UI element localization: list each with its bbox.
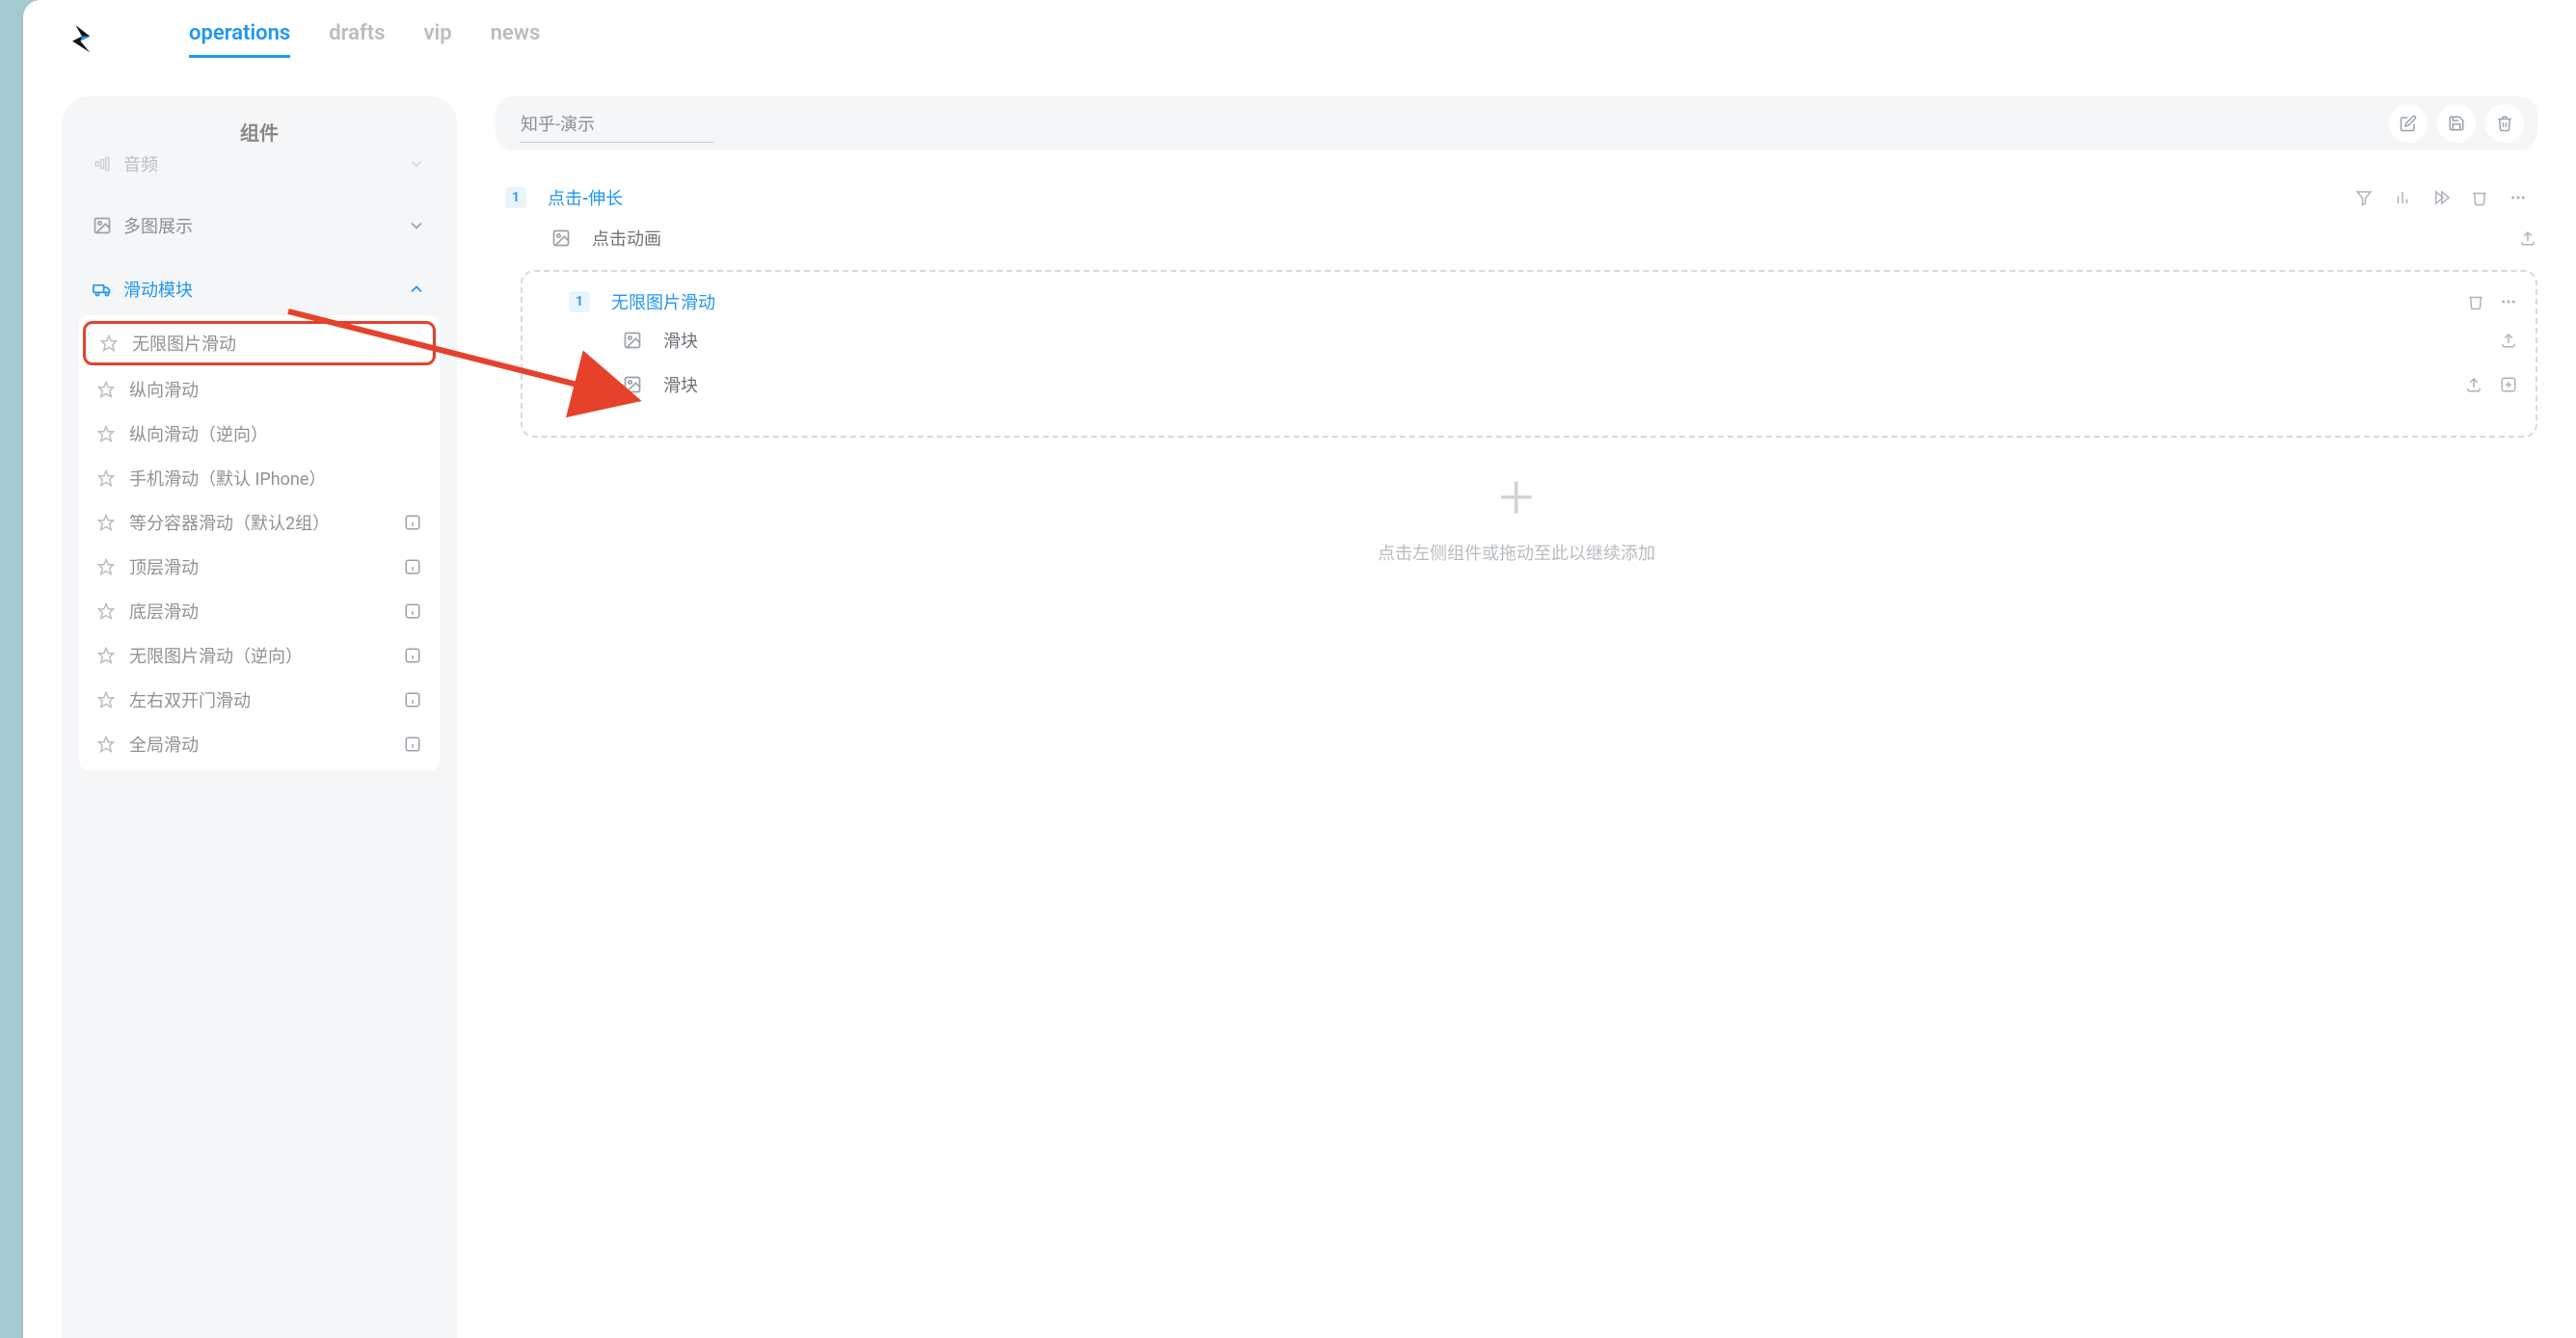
sidebar-item-global-slide[interactable]: 全局滑动 [79, 722, 440, 766]
bars-icon[interactable] [2393, 188, 2412, 207]
star-icon [96, 557, 116, 576]
block-title: 点击-伸长 [548, 185, 623, 210]
image-icon [551, 228, 571, 248]
star-icon [96, 513, 116, 532]
image-icon [623, 375, 642, 394]
sidebar-item-split-container-slide[interactable]: 等分容器滑动（默认2组） [79, 500, 440, 545]
document-title-input[interactable]: 知乎-演示 [521, 105, 713, 143]
save-button[interactable] [2437, 104, 2476, 143]
sidebar-item-double-door-slide[interactable]: 左右双开门滑动 [79, 678, 440, 722]
animation-row-label: 点击动画 [592, 226, 661, 251]
sidebar-item-phone-slide[interactable]: 手机滑动（默认 IPhone） [79, 456, 440, 500]
sidebar-item-label: 纵向滑动 [129, 377, 199, 402]
sidebar-item-top-layer-slide[interactable]: 顶层滑动 [79, 545, 440, 589]
header: operations drafts vip news [23, 0, 2576, 67]
star-icon [96, 468, 116, 488]
animation-row[interactable]: 点击动画 [496, 216, 2537, 260]
filter-icon[interactable] [2354, 188, 2374, 207]
info-icon[interactable] [403, 690, 422, 709]
slider-row[interactable]: 滑块 [540, 362, 2518, 407]
sidebar-item-label: 左右双开门滑动 [129, 687, 251, 712]
chevron-down-icon [407, 216, 426, 235]
info-icon[interactable] [403, 735, 422, 754]
tab-drafts[interactable]: drafts [329, 21, 385, 58]
sidebar-item-label: 顶层滑动 [129, 554, 199, 579]
tab-news[interactable]: news [491, 21, 541, 58]
slider-row[interactable]: 滑块 [540, 318, 2518, 362]
drop-hint-text: 点击左侧组件或拖动至此以继续添加 [496, 540, 2537, 565]
sidebar-cat-label: 滑动模块 [123, 277, 193, 302]
trash-icon[interactable] [2470, 188, 2489, 207]
star-icon [96, 690, 116, 709]
nested-dropzone[interactable]: 1 无限图片滑动 滑块 [521, 270, 2537, 438]
play-icon[interactable] [2431, 188, 2451, 207]
sidebar-item-label: 纵向滑动（逆向） [129, 421, 268, 446]
star-icon [96, 424, 116, 443]
sidebar-title: 组件 [62, 112, 457, 147]
plus-icon: + [496, 467, 2537, 528]
sidebar-item-vertical-slide-reverse[interactable]: 纵向滑动（逆向） [79, 412, 440, 456]
more-icon[interactable] [2499, 292, 2518, 311]
chevron-up-icon [407, 280, 426, 299]
slider-row-label: 滑块 [663, 372, 698, 397]
sidebar-item-label: 底层滑动 [129, 599, 199, 624]
sidebar-item-vertical-slide[interactable]: 纵向滑动 [79, 367, 440, 412]
audio-icon [93, 154, 112, 174]
upload-icon[interactable] [2518, 228, 2537, 248]
info-icon[interactable] [403, 557, 422, 576]
tab-vip[interactable]: vip [423, 21, 451, 58]
inner-block-header[interactable]: 1 无限图片滑动 [540, 285, 2518, 318]
more-icon[interactable] [2509, 188, 2528, 207]
main-area: 知乎-演示 1 点击-伸长 [496, 96, 2537, 1338]
sidebar-item-label: 等分容器滑动（默认2组） [129, 510, 330, 535]
star-icon [96, 735, 116, 754]
block-header[interactable]: 1 点击-伸长 [496, 179, 2537, 216]
inner-block-title: 无限图片滑动 [611, 289, 715, 314]
chevron-down-icon [407, 154, 426, 174]
info-icon[interactable] [403, 646, 422, 665]
sidebar-cat-label: 多图展示 [123, 213, 193, 238]
app-logo [62, 19, 102, 60]
component-sidebar: 组件 音频 多图展示 [62, 96, 457, 1338]
block-index-badge: 1 [505, 187, 526, 208]
inner-block-index: 1 [569, 291, 590, 312]
document-titlebar: 知乎-演示 [496, 96, 2537, 150]
sidebar-item-label: 无限图片滑动 [132, 331, 236, 356]
sidebar-cat-audio[interactable]: 音频 [73, 147, 445, 186]
slide-module-panel: 无限图片滑动 纵向滑动 纵向滑动（逆向） 手机滑动（默认 IPhone） [79, 315, 440, 770]
star-icon [96, 646, 116, 665]
sidebar-cat-label: 音频 [123, 151, 158, 176]
truck-icon [93, 280, 112, 299]
trash-icon[interactable] [2466, 292, 2485, 311]
sidebar-item-bottom-layer-slide[interactable]: 底层滑动 [79, 589, 440, 633]
info-icon[interactable] [403, 513, 422, 532]
sidebar-cat-multiimage[interactable]: 多图展示 [73, 203, 445, 248]
edit-button[interactable] [2389, 104, 2428, 143]
slider-row-label: 滑块 [663, 328, 698, 353]
upload-icon[interactable] [2499, 331, 2518, 350]
sidebar-item-label: 手机滑动（默认 IPhone） [129, 466, 326, 491]
sidebar-item-label: 无限图片滑动（逆向） [129, 643, 303, 668]
sidebar-item-infinite-image-slide[interactable]: 无限图片滑动 [83, 321, 436, 365]
star-icon [99, 334, 119, 353]
add-box-icon[interactable] [2499, 375, 2518, 394]
star-icon [96, 602, 116, 621]
nav-tabs: operations drafts vip news [189, 21, 540, 58]
upload-icon[interactable] [2464, 375, 2483, 394]
sidebar-item-infinite-image-slide-reverse[interactable]: 无限图片滑动（逆向） [79, 633, 440, 678]
tab-operations[interactable]: operations [189, 21, 290, 58]
image-icon [623, 331, 642, 350]
star-icon [96, 380, 116, 399]
image-icon [93, 216, 112, 235]
sidebar-cat-slidemodule[interactable]: 滑动模块 [73, 267, 445, 311]
delete-button[interactable] [2485, 104, 2524, 143]
sidebar-item-label: 全局滑动 [129, 732, 199, 757]
info-icon[interactable] [403, 602, 422, 621]
drop-hint-area[interactable]: + 点击左侧组件或拖动至此以继续添加 [496, 438, 2537, 565]
